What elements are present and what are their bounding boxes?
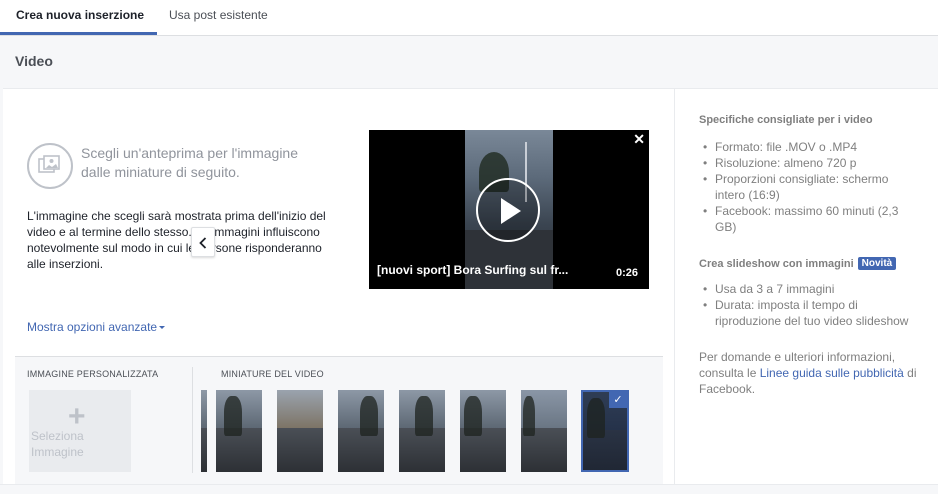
list-item: Usa da 3 a 7 immagini [701,281,923,297]
list-item: Durata: imposta il tempo di riproduzione… [701,297,923,329]
video-player[interactable]: ✕ [nuovi sport] Bora Surfing sul fr... 0… [369,130,649,289]
list-item: Risoluzione: almeno 720 p [701,155,921,171]
tab-create-new-ad[interactable]: Crea nuova inserzione [0,0,157,35]
image-preview-icon [27,143,73,189]
info-text: Per domande e ulteriori informazioni, co… [699,349,929,397]
slideshow-heading: Crea slideshow con immagini Novità [699,257,897,270]
caret-down-icon [159,326,166,330]
video-thumbnail[interactable] [399,390,445,472]
video-thumbnail[interactable] [460,390,506,472]
bottom-strip [0,484,938,494]
show-advanced-options-link[interactable]: Mostra opzioni avanzate [27,320,166,334]
select-image-label: Seleziona Immagine [31,429,84,459]
custom-image-label: IMMAGINE PERSONALIZZATA [27,369,159,379]
new-badge: Novità [857,257,897,270]
show-advanced-options-label: Mostra opzioni avanzate [27,320,158,334]
section-header: Video [3,36,938,89]
tab-bar: Crea nuova inserzione Usa post esistente [0,0,938,36]
video-specs-panel: Specifiche consigliate per i video Forma… [674,89,938,484]
play-icon [501,198,521,224]
divider [192,367,193,473]
video-duration: 0:26 [616,267,639,279]
play-button[interactable] [476,178,540,242]
select-image-button[interactable]: + Seleziona Immagine [29,390,131,472]
specs-heading: Specifiche consigliate per i video [699,114,873,126]
video-title: [nuovi sport] Bora Surfing sul fr... [377,263,569,277]
list-item: Formato: file .MOV o .MP4 [701,139,921,155]
preview-title: Scegli un'anteprima per l'immagine dalle… [81,145,299,180]
video-thumbnails-strip: ✓ [201,390,651,472]
video-main-area: Scegli un'anteprima per l'immagine dalle… [3,89,674,484]
ad-guidelines-link[interactable]: Linee guida sulle pubblicità [760,366,904,380]
preview-description: L'immagine che scegli sarà mostrata prim… [27,209,326,271]
video-thumbnail-selected[interactable]: ✓ [581,390,629,472]
slideshow-heading-label: Crea slideshow con immagini [699,258,854,270]
section-title: Video [15,53,53,69]
chevron-left-icon [199,237,207,249]
close-icon[interactable]: ✕ [633,131,645,147]
video-thumbnails-label: MINIATURE DEL VIDEO [221,369,324,379]
specs-list: Formato: file .MOV o .MP4 Risoluzione: a… [701,139,921,235]
list-item: Facebook: massimo 60 minuti (2,3 GB) [701,203,921,235]
tab-use-existing-post[interactable]: Usa post esistente [169,0,268,35]
thumbnail-selector: IMMAGINE PERSONALIZZATA MINIATURE DEL VI… [15,356,663,484]
scroll-left-button[interactable] [191,227,215,257]
checkmark-icon: ✓ [609,392,627,408]
video-thumbnail[interactable] [201,390,207,472]
video-thumbnail[interactable] [521,390,567,472]
list-item: Proporzioni consigliate: schermo intero … [701,171,921,203]
video-thumbnail[interactable] [338,390,384,472]
video-thumbnail[interactable] [216,390,262,472]
slideshow-list: Usa da 3 a 7 immagini Durata: imposta il… [701,281,923,329]
video-thumbnail[interactable] [277,390,323,472]
